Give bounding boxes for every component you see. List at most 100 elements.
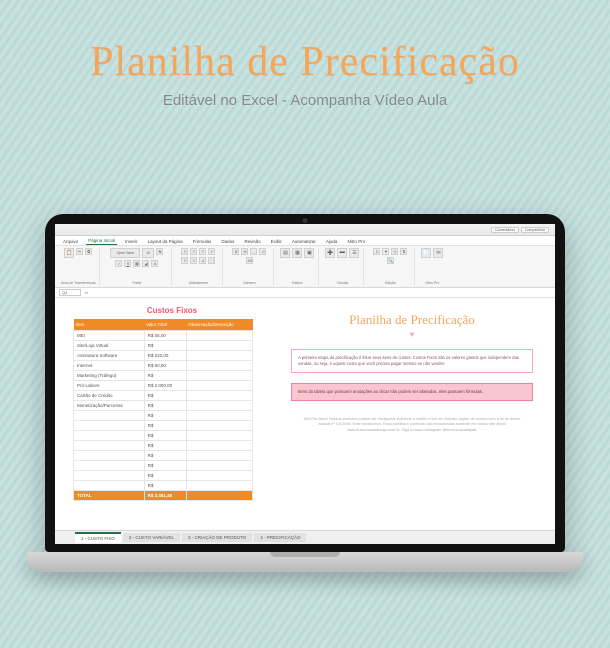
cell-valor[interactable]: R$ 60,00: [144, 361, 186, 371]
pdf-email-icon[interactable]: ✉: [433, 248, 443, 258]
find-icon[interactable]: 🔍: [387, 257, 394, 264]
cell-obs[interactable]: [186, 381, 252, 391]
table-row[interactable]: R$: [74, 451, 253, 461]
cell-item[interactable]: [74, 411, 145, 421]
pdf-share-icon[interactable]: 📄: [421, 248, 431, 258]
cell-valor[interactable]: R$ 222,00: [144, 351, 186, 361]
format-cell-icon[interactable]: ☰: [349, 248, 359, 258]
cell-item[interactable]: Marketing (Tráfego): [74, 371, 145, 381]
comments-button[interactable]: Comentários: [491, 227, 519, 233]
align-bot-icon[interactable]: ≡: [199, 248, 206, 255]
comma-icon[interactable]: ,: [250, 248, 257, 255]
cell-obs[interactable]: [186, 471, 252, 481]
cell-item[interactable]: [74, 421, 145, 431]
paste-icon[interactable]: 📋: [64, 248, 74, 258]
cell-valor[interactable]: R$ 2.000,00: [144, 381, 186, 391]
tab-automatizar[interactable]: Automatizar: [290, 238, 318, 245]
cell-obs[interactable]: [186, 431, 252, 441]
cell-item[interactable]: Site/Loja Virtual: [74, 341, 145, 351]
dec-dec-icon[interactable]: .00: [246, 257, 253, 264]
cell-item[interactable]: Internet: [74, 361, 145, 371]
tab-revisao[interactable]: Revisão: [242, 238, 262, 245]
table-row[interactable]: Assinatura SoftwareR$ 222,00: [74, 351, 253, 361]
table-row[interactable]: R$: [74, 441, 253, 451]
cell-obs[interactable]: [186, 341, 252, 351]
cell-item[interactable]: MEI: [74, 331, 145, 341]
cell-obs[interactable]: [186, 441, 252, 451]
tab-ajuda[interactable]: Ajuda: [324, 238, 340, 245]
cell-obs[interactable]: [186, 461, 252, 471]
percent-icon[interactable]: %: [241, 248, 248, 255]
font-name-select[interactable]: Open Sans: [110, 248, 140, 258]
cell-obs[interactable]: [186, 331, 252, 341]
inc-dec-icon[interactable]: .0: [259, 248, 266, 255]
cell-item[interactable]: [74, 471, 145, 481]
copy-icon[interactable]: ⧉: [85, 248, 92, 255]
th-obs[interactable]: Observação/Descrição: [186, 319, 252, 331]
font-size-select[interactable]: 10: [142, 248, 154, 258]
fill-color-icon[interactable]: ◢: [142, 260, 149, 267]
table-row[interactable]: R$: [74, 411, 253, 421]
cell-obs[interactable]: [186, 351, 252, 361]
align-center-icon[interactable]: ≡: [181, 257, 188, 264]
table-row[interactable]: R$: [74, 471, 253, 481]
tab-nitro[interactable]: Nitro Pro: [345, 238, 367, 245]
table-row[interactable]: Site/Loja VirtualR$: [74, 341, 253, 351]
table-row[interactable]: Pró-LaboreR$ 2.000,00: [74, 381, 253, 391]
cell-obs[interactable]: [186, 401, 252, 411]
cell-valor[interactable]: R$: [144, 391, 186, 401]
tab-pagina-inicial[interactable]: Página Inicial: [86, 237, 117, 245]
cell-styles-icon[interactable]: ▣: [304, 248, 314, 258]
costs-table[interactable]: Item Valor Total Observação/Descrição ME…: [73, 319, 253, 501]
table-row[interactable]: Marketing (Tráfego)R$: [74, 371, 253, 381]
cell-item[interactable]: [74, 461, 145, 471]
tab-formulas[interactable]: Fórmulas: [191, 238, 214, 245]
sheet-tab-4[interactable]: 4 - PRECIFICAÇÃO: [254, 533, 306, 542]
border-icon[interactable]: ▦: [133, 260, 140, 267]
table-row[interactable]: R$: [74, 431, 253, 441]
cell-valor[interactable]: R$: [144, 411, 186, 421]
fx-icon[interactable]: fx: [85, 290, 88, 295]
fill-icon[interactable]: ▼: [382, 248, 389, 255]
italic-icon[interactable]: I: [115, 260, 122, 267]
cell-valor[interactable]: R$: [144, 441, 186, 451]
wrap-text-icon[interactable]: ↲: [199, 257, 206, 264]
merge-icon[interactable]: ⬚: [208, 257, 215, 264]
currency-icon[interactable]: $: [232, 248, 239, 255]
table-format-icon[interactable]: ▦: [292, 248, 302, 258]
cell-item[interactable]: [74, 441, 145, 451]
bold-icon[interactable]: N: [156, 248, 163, 255]
cell-valor[interactable]: R$: [144, 451, 186, 461]
tab-inserir[interactable]: Inserir: [123, 238, 140, 245]
cell-valor[interactable]: R$: [144, 371, 186, 381]
cell-obs[interactable]: [186, 451, 252, 461]
cell-item[interactable]: Pró-Labore: [74, 381, 145, 391]
table-row[interactable]: Monetização/ParceriasR$: [74, 401, 253, 411]
cell-item[interactable]: Assinatura Software: [74, 351, 145, 361]
cell-obs[interactable]: [186, 361, 252, 371]
cell-obs[interactable]: [186, 481, 252, 491]
sort-icon[interactable]: ⇅: [400, 248, 407, 255]
cell-item[interactable]: [74, 481, 145, 491]
cell-item[interactable]: Monetização/Parcerias: [74, 401, 145, 411]
cell-valor[interactable]: R$: [144, 341, 186, 351]
th-valor[interactable]: Valor Total: [144, 319, 186, 331]
delete-cell-icon[interactable]: ➖: [337, 248, 347, 258]
autosum-icon[interactable]: Σ: [373, 248, 380, 255]
th-item[interactable]: Item: [74, 319, 145, 331]
table-row[interactable]: R$: [74, 421, 253, 431]
cell-obs[interactable]: [186, 411, 252, 421]
cell-valor[interactable]: R$: [144, 431, 186, 441]
cond-format-icon[interactable]: ▤: [280, 248, 290, 258]
cell-obs[interactable]: [186, 421, 252, 431]
cell-item[interactable]: Cartão de Crédito: [74, 391, 145, 401]
name-box[interactable]: Q3: [59, 289, 81, 296]
tab-dados[interactable]: Dados: [219, 238, 236, 245]
underline-icon[interactable]: S: [124, 260, 131, 267]
share-button[interactable]: Compartilhar: [521, 227, 549, 233]
align-mid-icon[interactable]: ≡: [190, 248, 197, 255]
cell-item[interactable]: [74, 431, 145, 441]
table-row[interactable]: R$: [74, 461, 253, 471]
sheet-tab-3[interactable]: 3 - CRIAÇÃO DE PRODUTO: [182, 533, 252, 542]
sheet-tab-2[interactable]: 2 - CUSTO VARIÁVEL: [123, 533, 180, 542]
